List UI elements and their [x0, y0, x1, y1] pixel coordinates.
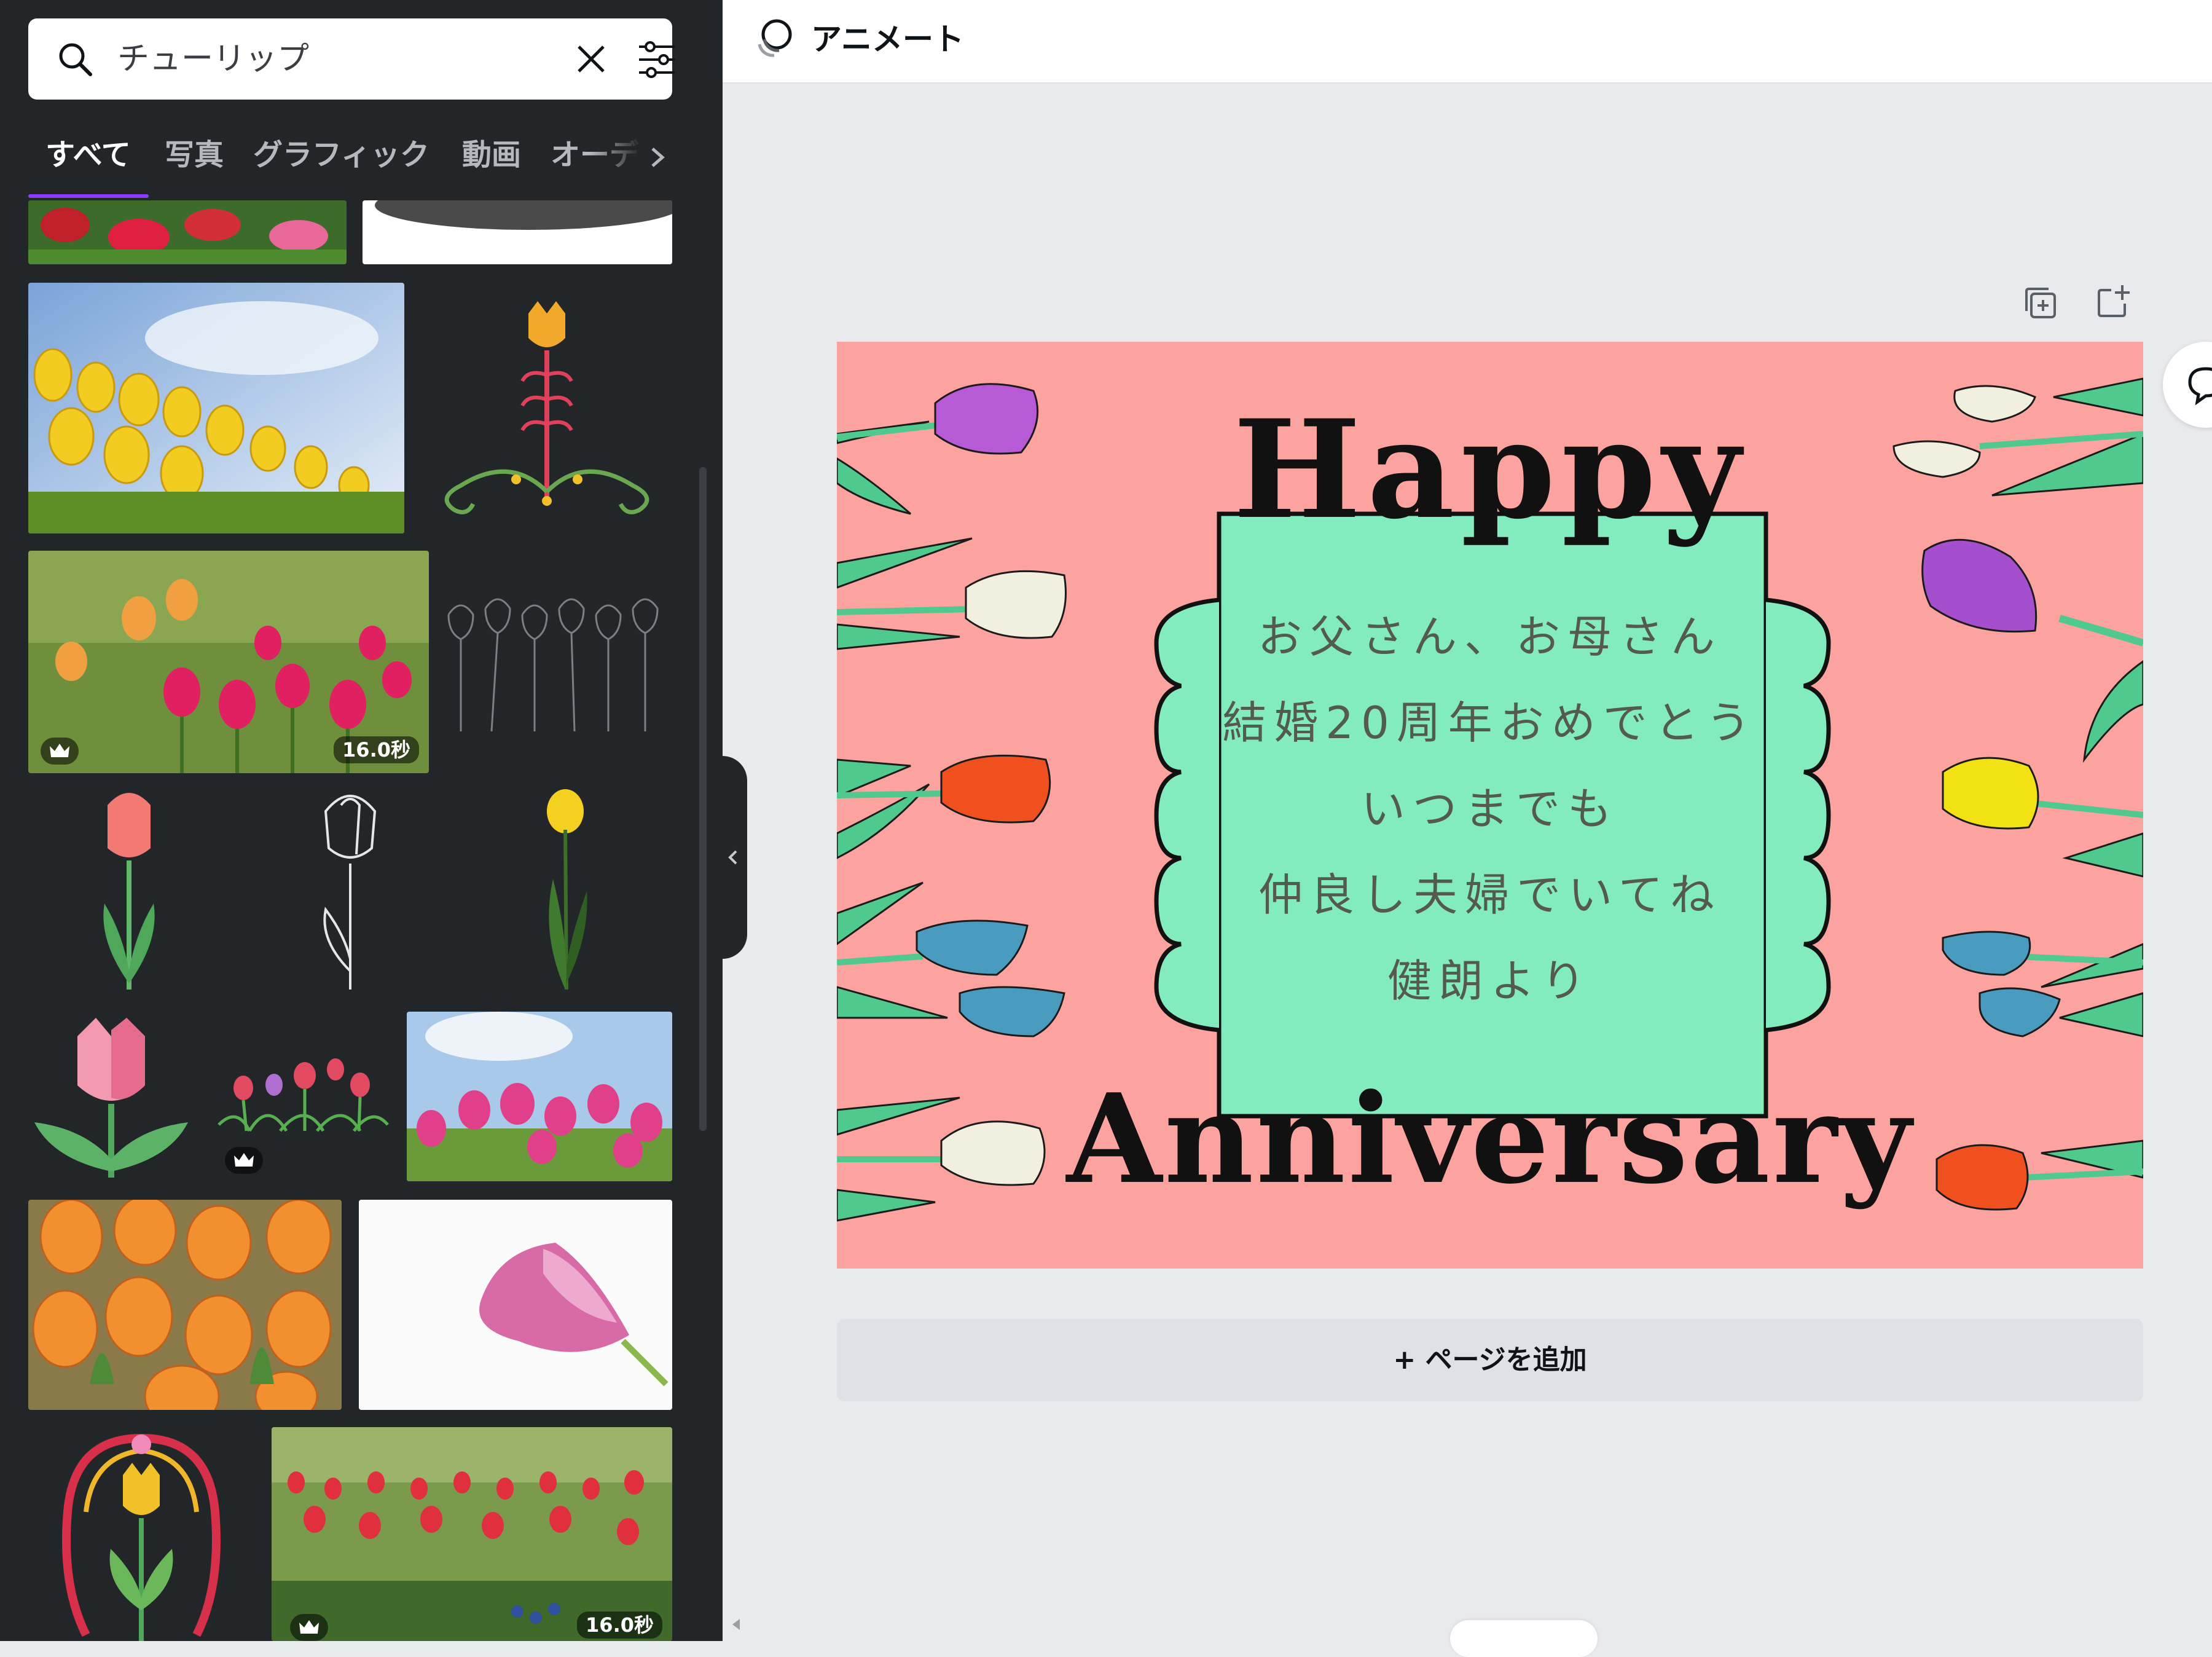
result-video-red-tulips-field[interactable]: 16.0秒 — [272, 1427, 672, 1641]
chevron-right-icon[interactable] — [645, 140, 670, 175]
collapse-panel-handle[interactable] — [723, 756, 747, 959]
design-card[interactable]: Happy お父さん、お母さん 結婚20周年おめでとう いつまでも 仲良し夫婦で… — [837, 342, 2143, 1269]
result-photo-orange-tulips[interactable] — [28, 1200, 342, 1410]
active-tab-indicator — [28, 194, 149, 198]
result-yellow-tulip-photo[interactable] — [528, 787, 602, 996]
scroll-left-icon[interactable] — [730, 1616, 742, 1632]
result-pink-tulip-graphic[interactable] — [28, 1012, 194, 1184]
side-panel: チューリップ すべて 写真 グラフィック 動画 オーデ — [0, 0, 723, 1641]
editor-toolbar: アニメート — [723, 0, 2212, 84]
result-white-tulip[interactable] — [363, 200, 672, 264]
filter-icon[interactable] — [637, 41, 677, 79]
tab-videos[interactable]: 動画 — [462, 130, 521, 179]
result-photo-yellow-tulips-sky[interactable] — [28, 283, 404, 533]
anniversary-title[interactable]: Anniversary — [837, 1066, 2143, 1213]
search-icon — [59, 43, 92, 76]
result-small-tulips-cluster[interactable] — [213, 1045, 391, 1174]
message-line: 仲良し夫婦でいてね — [1258, 869, 1722, 921]
result-photo-pink-tulips-sky[interactable] — [407, 1012, 672, 1181]
search-input[interactable]: チューリップ — [117, 37, 309, 81]
video-duration-badge: 16.0秒 — [577, 1612, 662, 1639]
premium-crown-icon — [290, 1614, 328, 1641]
result-folk-tulip-ornament[interactable] — [49, 1426, 233, 1641]
animate-label: アニメート — [811, 22, 964, 57]
video-duration-badge: 16.0秒 — [334, 736, 419, 763]
chevron-left-icon — [728, 850, 737, 865]
message-line: お父さん、お母さん — [1257, 611, 1722, 663]
search-box[interactable]: チューリップ — [28, 18, 675, 100]
result-photo-pink-tulip-white[interactable] — [359, 1200, 672, 1410]
message-line: 健朗より — [1387, 955, 1593, 1007]
message-line: 結婚20周年おめでとう — [1222, 697, 1758, 749]
message-line: いつまでも — [1360, 783, 1619, 835]
result-red-tulip-graphic[interactable] — [92, 787, 172, 996]
add-page-button[interactable]: + ページを追加 — [837, 1319, 2143, 1401]
panel-scrollbar[interactable] — [699, 467, 707, 1131]
happy-title[interactable]: Happy — [837, 390, 2143, 549]
result-photo-tulip-field-red[interactable] — [28, 200, 347, 264]
add-page-icon[interactable] — [2094, 281, 2133, 321]
duplicate-page-icon[interactable] — [2022, 284, 2061, 323]
result-tulip-line-art[interactable] — [442, 590, 672, 738]
message-text[interactable]: お父さん、お母さん 結婚20周年おめでとう いつまでも 仲良し夫婦でいてね 健朗… — [1120, 594, 1861, 1024]
tab-photos[interactable]: 写真 — [165, 130, 224, 179]
comment-button[interactable] — [2163, 342, 2212, 428]
result-white-outline-tulip[interactable] — [307, 787, 393, 996]
tab-all[interactable]: すべて — [45, 130, 131, 179]
page-navigator[interactable] — [1450, 1620, 1598, 1657]
premium-crown-icon — [41, 738, 79, 765]
result-folk-tulip-graphic[interactable] — [424, 295, 672, 522]
clear-search-icon[interactable] — [574, 42, 608, 76]
comment-icon — [2188, 367, 2212, 406]
premium-crown-icon — [225, 1147, 263, 1174]
tab-graphics[interactable]: グラフィック — [253, 130, 429, 179]
result-video-tulips-meadow[interactable]: 16.0秒 — [28, 551, 429, 773]
animate-icon — [758, 19, 792, 57]
